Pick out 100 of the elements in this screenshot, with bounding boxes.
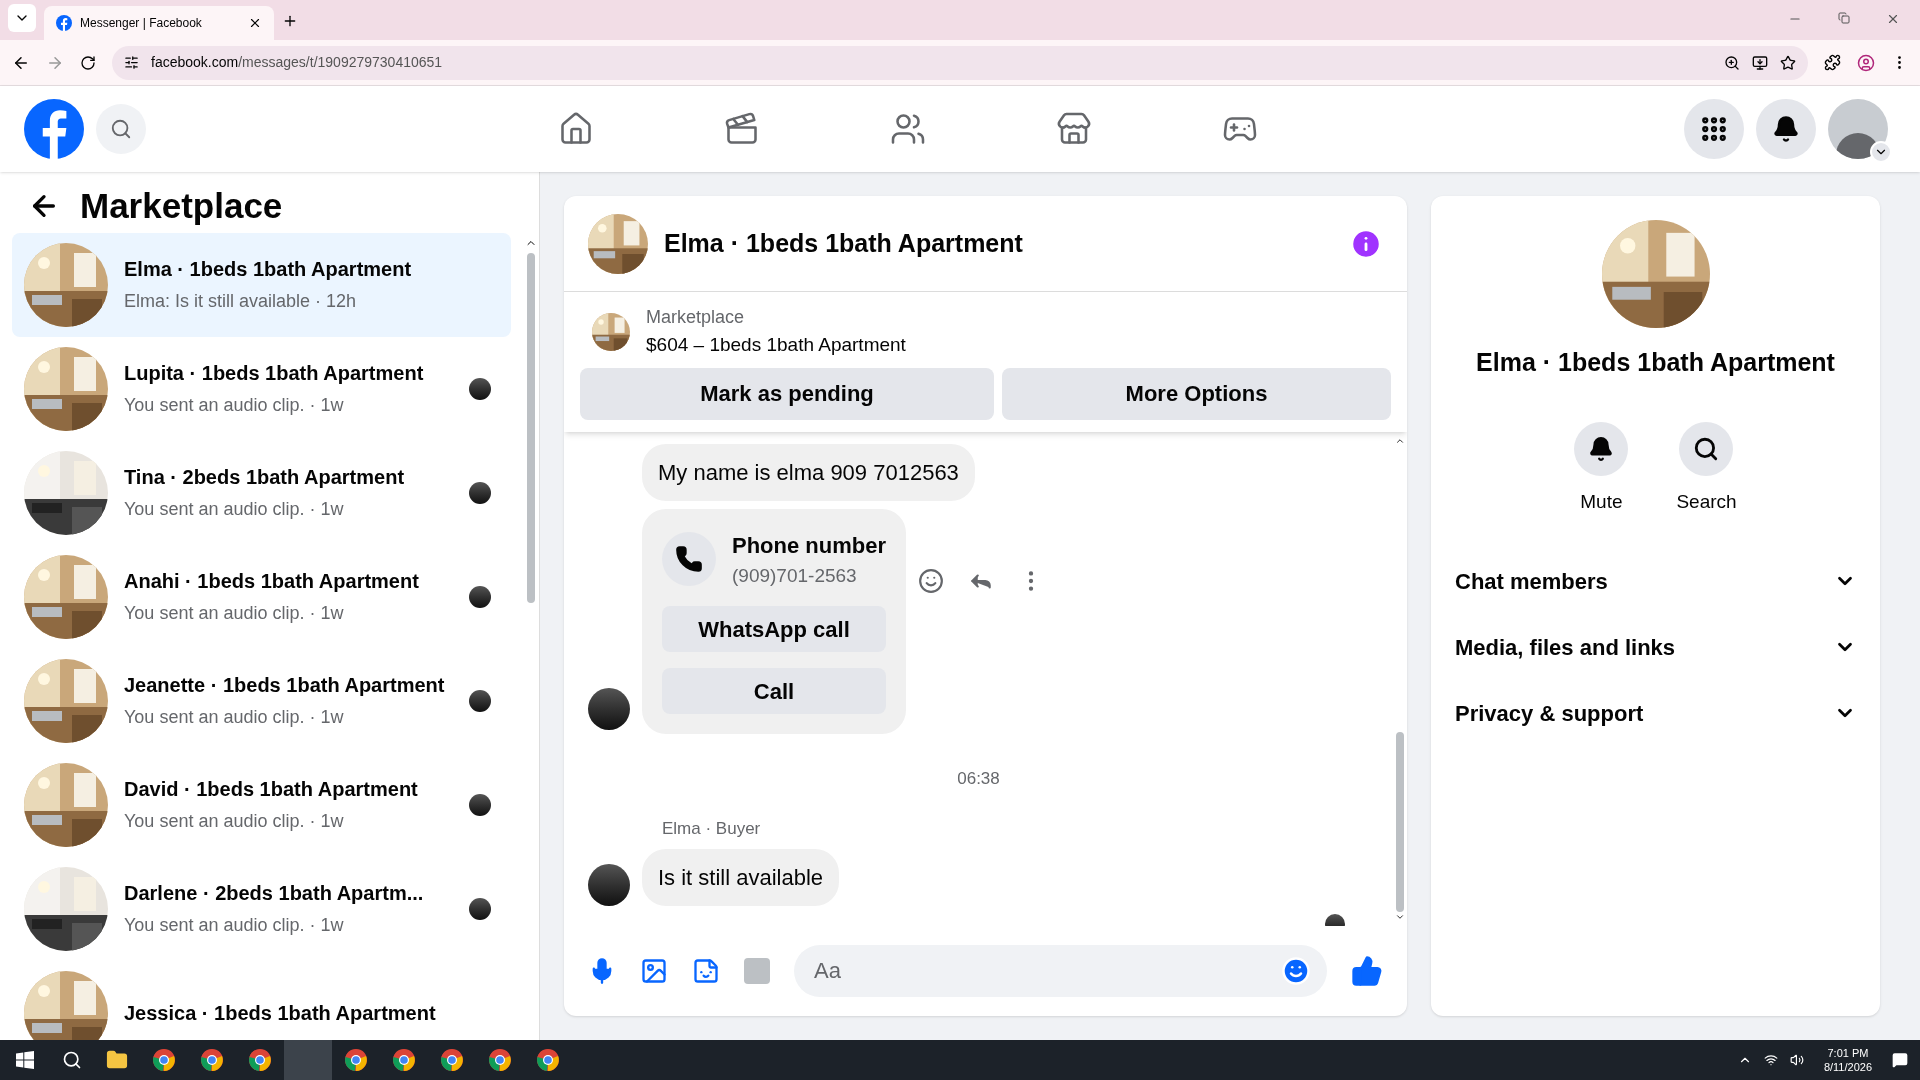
avatar-icon [469, 793, 491, 816]
listing-button[interactable]: Mark as pending [580, 367, 994, 420]
browser-tab[interactable]: Messenger | Facebook [44, 6, 274, 40]
conversation-item[interactable]: Tina · 2beds 1bath Apartment You sent an audio clip. · 1w [12, 440, 511, 545]
close-icon[interactable] [248, 16, 262, 30]
conversation-preview: You sent an audio clip. · 1w [124, 810, 345, 833]
like-icon[interactable] [1351, 955, 1383, 987]
volume-icon[interactable] [1789, 1053, 1804, 1067]
message-timestamp: 06:38 [957, 768, 1000, 790]
notification-icon[interactable] [1892, 1052, 1908, 1068]
bell-icon [1588, 435, 1615, 462]
avatar-icon [588, 688, 630, 730]
grid-icon [1699, 114, 1729, 144]
url-text: facebook.com/messages/t/1909279730410651 [151, 53, 444, 72]
restore-icon[interactable] [1838, 12, 1850, 24]
zoom-icon[interactable] [1724, 54, 1740, 71]
install-icon[interactable] [1752, 54, 1768, 71]
browser-icon[interactable] [200, 1048, 224, 1072]
clock-time: 7:01 PM [1827, 1046, 1869, 1060]
browser-icon[interactable] [248, 1048, 272, 1072]
search-icon [1693, 435, 1720, 462]
conversation-preview: Elma: Is it still available · 12h [124, 290, 358, 313]
facebook-logo-icon[interactable] [24, 99, 84, 159]
facebook-logo-icon [56, 15, 72, 31]
listing-label: Marketplace [646, 306, 746, 329]
browser-icon[interactable] [344, 1048, 368, 1072]
conversation-item[interactable]: Darlene · 2beds 1bath Apartm... You sent an audio clip. · 1w [12, 856, 511, 961]
home-icon[interactable] [558, 111, 594, 147]
clock-date: 8/11/2026 [1823, 1060, 1872, 1074]
friends-icon[interactable] [890, 111, 926, 147]
message-bubble: My name is elma 909 7012563 [642, 443, 975, 501]
conversation-preview: You sent an audio clip. · 1w [124, 498, 345, 521]
browser-icon[interactable] [440, 1048, 464, 1072]
contact-name: Elma · 1beds 1bath Apartment [1476, 347, 1835, 378]
avatar-icon [469, 377, 491, 400]
section-header[interactable]: Media, files and links [1455, 614, 1856, 680]
conversation-name: Tina · 2beds 1bath Apartment [124, 465, 406, 490]
bell-icon [1772, 115, 1800, 143]
contact-button[interactable]: Call [662, 668, 886, 714]
avatar-icon [469, 897, 491, 920]
search-icon [110, 118, 132, 140]
listing-price: $604 – 1beds 1bath Apartment [646, 333, 906, 357]
avatar-icon [469, 481, 491, 504]
windows-icon[interactable] [16, 1051, 34, 1069]
browser-icon[interactable] [488, 1048, 512, 1072]
section-header[interactable]: Privacy & support [1455, 680, 1856, 746]
browser-icon[interactable] [536, 1048, 560, 1072]
message-field[interactable]: Aa [794, 945, 1327, 997]
conversation-item[interactable]: Lupita · 1beds 1bath Apartment You sent an audio clip. · 1w [12, 336, 511, 441]
site-settings-icon[interactable] [124, 55, 139, 70]
tab-list-button[interactable] [8, 4, 36, 32]
conversation-name: Jessica · 1beds 1bath Apartment [124, 1000, 437, 1026]
conversation-name: Elma · 1beds 1bath Apartment [124, 257, 413, 282]
contact-number: (909)701-2563 [732, 563, 858, 588]
conversation-preview: You sent an audio clip. · 1w [124, 914, 345, 937]
search-icon[interactable] [62, 1050, 82, 1070]
address-bar[interactable]: facebook.com/messages/t/1909279730410651 [112, 45, 1808, 80]
sidebar-title: Marketplace [80, 185, 283, 227]
photo-icon[interactable] [640, 957, 668, 985]
chat-title: Elma · 1beds 1bath Apartment [664, 227, 1024, 259]
bookmark-icon[interactable] [1780, 54, 1796, 71]
reload-icon[interactable] [80, 54, 96, 71]
scrollbar-thumb[interactable] [527, 252, 535, 603]
menu-button[interactable] [1684, 99, 1744, 159]
conversation-item[interactable]: Jeanette · 1beds 1bath Apartment You sent an audio clip. · 1w [12, 648, 511, 753]
conversation-item[interactable]: David · 1beds 1bath Apartment You sent an audio clip. · 1w [12, 752, 511, 857]
extensions-icon[interactable] [1824, 54, 1841, 71]
react-icon[interactable] [918, 568, 944, 595]
contact-title: Phone number [732, 531, 886, 560]
conversation-item[interactable]: Elma · 1beds 1bath Apartment Elma: Is it still available · 12h [12, 232, 511, 337]
section-header[interactable]: Chat members [1455, 548, 1856, 614]
new-tab-icon[interactable] [282, 13, 298, 29]
browser-icon[interactable] [152, 1048, 176, 1072]
folder-icon[interactable] [106, 1049, 128, 1071]
store-icon[interactable] [1056, 111, 1092, 147]
conversation-name: David · 1beds 1bath Apartment [124, 777, 419, 802]
profile-icon[interactable] [1857, 53, 1875, 72]
browser-icon[interactable] [392, 1048, 416, 1072]
conversation-name: Darlene · 2beds 1bath Apartm... [124, 881, 425, 906]
sticker-icon[interactable] [692, 957, 720, 985]
conversation-preview: You sent an audio clip. · 1w [124, 706, 345, 729]
scrollbar-thumb[interactable] [1396, 732, 1404, 912]
avatar-icon [469, 689, 491, 712]
message-bubble: Is it still available [642, 849, 840, 906]
conversation-item[interactable]: Anahi · 1beds 1bath Apartment You sent an audio clip. · 1w [12, 544, 511, 649]
contact-button[interactable]: WhatsApp call [662, 606, 886, 652]
conversation-preview: You sent an audio clip. · 1w [124, 602, 345, 625]
conversation-name: Anahi · 1beds 1bath Apartment [124, 569, 420, 594]
conversation-name: Jeanette · 1beds 1bath Apartment [124, 673, 446, 698]
network-icon[interactable] [1763, 1053, 1778, 1067]
scroll-down-icon[interactable] [1395, 912, 1405, 922]
conversation-name: Lupita · 1beds 1bath Apartment [124, 361, 425, 386]
sender-label: Elma · Buyer [662, 817, 762, 840]
avatar-icon [588, 864, 630, 906]
listing-button[interactable]: More Options [1002, 367, 1391, 420]
avatar-icon [469, 585, 491, 608]
video-icon[interactable] [724, 111, 760, 147]
conversation-preview: You sent an audio clip. · 1w [124, 394, 345, 417]
search-button[interactable] [96, 104, 146, 154]
avatar-icon[interactable] [1828, 99, 1888, 159]
